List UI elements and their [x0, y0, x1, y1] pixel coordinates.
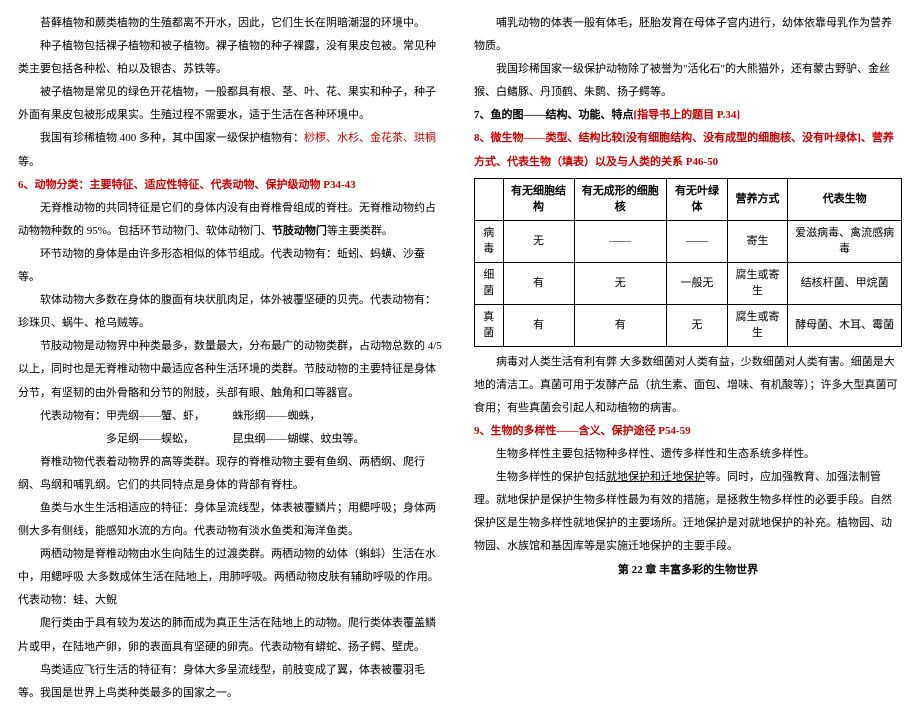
text: 生物多样性的保护包括: [496, 471, 606, 483]
td: 有: [574, 304, 667, 346]
para: 环节动物的身体是由许多形态相似的体节组成。代表动物有：蚯蚓、蚂蟥、沙蚕等。: [18, 243, 446, 289]
para: 节肢动物是动物界中种类最多，数量最大，分布最广的动物类群，占动物总数的 4/5 …: [18, 335, 446, 404]
th: 代表生物: [788, 178, 902, 220]
heading-7: 7、鱼的图——结构、功能、特点[指导书上的题目 P.34]: [474, 104, 902, 127]
heading-8: 8、微生物——类型、结构比较[没有细胞结构、没有成型的细胞核、没有叶绿体]、营养…: [474, 127, 902, 173]
para: 多足纲——蜈蚣， 昆虫纲——蝴蝶、蚊虫等。: [18, 428, 446, 451]
para: 两栖动物是脊椎动物由水生向陆生的过渡类群。两栖动物的幼体（蝌蚪）生活在水中，用鳃…: [18, 543, 446, 612]
para: 生物多样性的保护包括就地保护和迁地保护等。同时，应加强教育、加强法制管理。就地保…: [474, 466, 902, 558]
para: 软体动物大多数在身体的腹面有块状肌肉足，体外被覆坚硬的贝壳。代表动物有：珍珠贝、…: [18, 289, 446, 335]
bold-text: 节肢动物门: [272, 225, 327, 237]
td: 细菌: [475, 262, 504, 304]
table-head-row: 有无细胞结构 有无成形的细胞核 有无叶绿体 营养方式 代表生物: [475, 178, 902, 220]
para: 无脊椎动物的共同特征是它们的身体内没有由脊椎骨组成的脊柱。无脊椎动物约占动物物种…: [18, 197, 446, 243]
td: 腐生或寄生: [727, 304, 787, 346]
text: 等。同时，应加强教育、加强法制管理。就地保护是保护生物多样性最为有效的措施，是拯…: [474, 471, 892, 552]
para: 哺乳动物的体表一般有体毛，胚胎发育在母体子宫内进行，幼体依靠母乳作为营养物质。: [474, 12, 902, 58]
microorganism-table: 有无细胞结构 有无成形的细胞核 有无叶绿体 营养方式 代表生物 病毒 无 —— …: [474, 178, 902, 347]
highlight-text: [指导书上的题目 P.34]: [634, 109, 741, 121]
para: 我国珍稀国家一级保护动物除了被誉为"活化石"的大熊猫外，还有蒙古野驴、金丝猴、白…: [474, 58, 902, 104]
td: 病毒: [475, 220, 504, 262]
td: 一般无: [667, 262, 728, 304]
para: 脊椎动物代表着动物界的高等类群。现存的脊椎动物主要有鱼纲、两栖纲、爬行纲、鸟纲和…: [18, 451, 446, 497]
text: 等主要类群。: [327, 225, 393, 237]
th: 营养方式: [727, 178, 787, 220]
td: 酵母菌、木耳、霉菌: [788, 304, 902, 346]
td: ——: [667, 220, 728, 262]
table-row: 病毒 无 —— —— 寄生 爱滋病毒、禽流感病毒: [475, 220, 902, 262]
para: 代表动物有：甲壳纲——蟹、虾， 蛛形纲——蜘蛛，: [18, 405, 446, 428]
chapter-22-title: 第 22 章 丰富多彩的生物世界: [474, 559, 902, 582]
para: 鸟类适应飞行生活的特征有：身体大多呈流线型，前肢变成了翼，体表被覆羽毛等。我国是…: [18, 659, 446, 705]
para: 我国有珍稀植物 400 多种，其中国家一级保护植物有：桫椤、水杉、金花茶、珙桐等…: [18, 127, 446, 173]
th: 有无成形的细胞核: [574, 178, 667, 220]
para: 生物多样性主要包括物种多样性、遗传多样性和生态系统多样性。: [474, 443, 902, 466]
td: 有: [503, 304, 574, 346]
td: 腐生或寄生: [727, 262, 787, 304]
text: 7、鱼的图——结构、功能、特点: [474, 109, 634, 121]
para: 鱼类与水生生活相适应的特征：身体呈流线型，体表被覆鳞片；用鳃呼吸；身体两侧大多有…: [18, 497, 446, 543]
td: 寄生: [727, 220, 787, 262]
text: 我国有珍稀植物 400 多种，其中国家一级保护植物有：: [40, 132, 304, 144]
underline-text: 就地保护和迁地保护: [606, 471, 705, 483]
td: 无: [667, 304, 728, 346]
td: 爱滋病毒、禽流感病毒: [788, 220, 902, 262]
td: ——: [574, 220, 667, 262]
td: 无: [503, 220, 574, 262]
td: 无: [574, 262, 667, 304]
para: 苔藓植物和蕨类植物的生殖都离不开水，因此，它们生长在阴暗潮湿的环境中。: [18, 12, 446, 35]
heading-9: 9、生物的多样性——含义、保护途径 P54-59: [474, 420, 902, 443]
td: 有: [503, 262, 574, 304]
th: 有无细胞结构: [503, 178, 574, 220]
td: 真菌: [475, 304, 504, 346]
text: 等。: [18, 156, 40, 168]
para: 爬行类由于具有较为发达的肺而成为真正生活在陆地上的动物。爬行类体表覆盖鳞片或甲，…: [18, 612, 446, 658]
heading-6: 6、动物分类：主要特征、适应性特征、代表动物、保护级动物 P34-43: [18, 174, 446, 197]
td: 结核杆菌、甲烷菌: [788, 262, 902, 304]
left-column: 苔藓植物和蕨类植物的生殖都离不开水，因此，它们生长在阴暗潮湿的环境中。 种子植物…: [18, 12, 446, 705]
para: 被子植物是常见的绿色开花植物，一般都具有根、茎、叶、花、果实和种子，种子外面有果…: [18, 81, 446, 127]
two-column-layout: 苔藓植物和蕨类植物的生殖都离不开水，因此，它们生长在阴暗潮湿的环境中。 种子植物…: [18, 12, 902, 705]
table-row: 细菌 有 无 一般无 腐生或寄生 结核杆菌、甲烷菌: [475, 262, 902, 304]
highlight-text: 桫椤、水杉、金花茶、珙桐: [304, 132, 436, 144]
para: 种子植物包括裸子植物和被子植物。裸子植物的种子裸露，没有果皮包被。常见种类主要包…: [18, 35, 446, 81]
th: [475, 178, 504, 220]
para: 病毒对人类生活有利有弊 大多数细菌对人类有益，少数细菌对人类有害。细菌是大地的清…: [474, 351, 902, 420]
th: 有无叶绿体: [667, 178, 728, 220]
right-column: 哺乳动物的体表一般有体毛，胚胎发育在母体子宫内进行，幼体依靠母乳作为营养物质。 …: [474, 12, 902, 705]
table-row: 真菌 有 有 无 腐生或寄生 酵母菌、木耳、霉菌: [475, 304, 902, 346]
